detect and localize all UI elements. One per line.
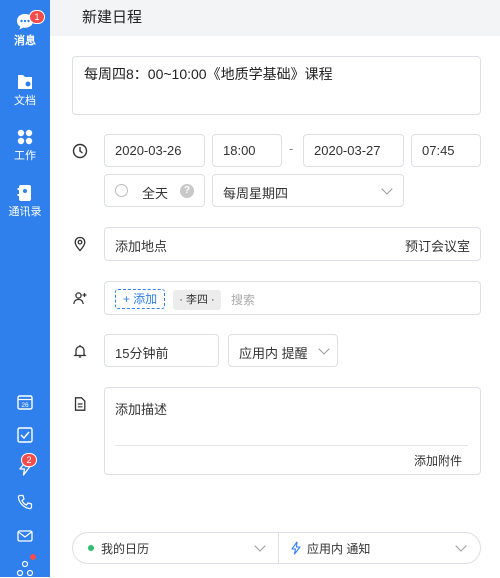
nav-label-docs: 文档 [14, 95, 36, 107]
chevron-down-icon [318, 343, 330, 355]
start-time-text: 18:00 [223, 143, 256, 158]
start-date-text: 2020-03-26 [115, 143, 182, 158]
flash-badge: 2 [21, 453, 37, 467]
book-room-link[interactable]: 预订会议室 [405, 236, 470, 255]
calendar-color-dot [88, 545, 94, 551]
network-icon [16, 560, 34, 577]
bottom-settings-bar: 我的日历 应用内 通知 [72, 532, 481, 564]
lightning-icon [291, 541, 301, 555]
start-time-field[interactable]: 18:00 [212, 134, 282, 167]
svg-text:26: 26 [21, 402, 29, 409]
end-date-field[interactable]: 2020-03-27 [303, 134, 404, 167]
nav-item-contacts[interactable]: 通讯录 [0, 183, 50, 219]
nav-phone[interactable] [0, 493, 50, 511]
attendee-search-placeholder: 搜索 [231, 293, 256, 307]
end-time-field[interactable]: 07:45 [411, 134, 481, 167]
help-icon[interactable]: ? [180, 184, 194, 198]
description-placeholder: 添加描述 [115, 402, 168, 417]
nav-label-messages: 消息 [14, 35, 36, 47]
end-date-text: 2020-03-27 [314, 143, 381, 158]
reminder-select[interactable]: 15分钟前 [104, 334, 219, 367]
page-title: 新建日程 [82, 9, 143, 26]
end-time-text: 07:45 [422, 143, 455, 158]
nav-label-work: 工作 [14, 150, 36, 162]
bell-icon [73, 345, 87, 358]
chevron-down-icon [455, 540, 467, 552]
calendar-icon: 26 [17, 395, 33, 410]
all-day-radio[interactable] [115, 184, 128, 197]
all-day-toggle[interactable]: 全天 ? [104, 174, 205, 207]
all-day-label: 全天 [142, 186, 169, 201]
mail-icon [17, 530, 33, 542]
messages-badge: 1 [29, 10, 45, 24]
phone-icon [17, 494, 33, 510]
notify-select[interactable]: 应用内 通知 [279, 533, 480, 563]
calendar-label: 我的日历 [101, 542, 150, 556]
chevron-down-icon [381, 183, 393, 195]
reminder-type-select[interactable]: 应用内 提醒 [228, 334, 338, 367]
calendar-select[interactable]: 我的日历 [73, 533, 278, 563]
document-icon [74, 397, 86, 411]
event-title-input[interactable]: 每周四8：00~10:00《地质学基础》课程 [72, 56, 481, 115]
clock-icon [72, 143, 88, 159]
nav-item-work[interactable]: 工作 [0, 127, 50, 163]
location-input[interactable]: 添加地点 预订会议室 [104, 227, 481, 261]
add-attendee-button[interactable]: + 添加 [115, 289, 165, 309]
nav-more[interactable] [0, 554, 50, 578]
event-title-text: 每周四8：00~10:00《地质学基础》课程 [84, 66, 333, 82]
nav-item-messages[interactable]: 消息 1 [0, 10, 50, 48]
attendees-input[interactable]: + 添加 · 李四 · 搜索 [104, 281, 481, 315]
more-dot [30, 554, 36, 560]
left-nav: 消息 1 文档 工作 通讯录 26 2 [0, 0, 50, 577]
nav-label-contacts: 通讯录 [8, 206, 42, 218]
description-input[interactable]: 添加描述 添加附件 [104, 387, 481, 475]
attendee-chip[interactable]: · 李四 · [173, 290, 221, 310]
nav-calendar[interactable]: 26 [0, 393, 50, 411]
apps-grid-icon [17, 129, 33, 145]
location-pin-icon [74, 236, 86, 252]
description-divider [115, 445, 468, 446]
reminder-type-text: 应用内 提醒 [239, 346, 308, 361]
nav-tasks[interactable] [0, 426, 50, 444]
chevron-down-icon [254, 540, 266, 552]
nav-mail[interactable] [0, 527, 50, 545]
nav-item-docs[interactable]: 文档 [0, 72, 50, 108]
contacts-book-icon [17, 185, 31, 201]
repeat-select[interactable]: 每周星期四 [212, 174, 404, 207]
date-range-dash: - [289, 141, 294, 156]
notify-label: 应用内 通知 [307, 542, 371, 556]
folder-doc-icon [18, 75, 32, 89]
location-placeholder: 添加地点 [115, 239, 168, 254]
nav-flash[interactable]: 2 [0, 453, 50, 477]
start-date-field[interactable]: 2020-03-26 [104, 134, 205, 167]
reminder-text: 15分钟前 [115, 346, 169, 361]
header-bar: 新建日程 [50, 0, 500, 36]
add-attachment-link[interactable]: 添加附件 [414, 452, 462, 469]
repeat-text: 每周星期四 [223, 186, 289, 201]
add-person-icon [73, 292, 87, 305]
checkbox-icon [17, 427, 33, 443]
